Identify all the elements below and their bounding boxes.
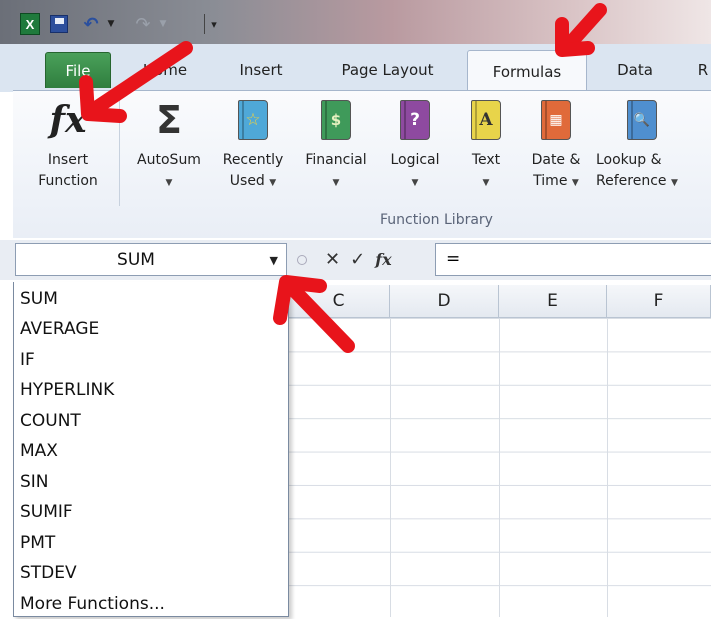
annotation-arrows — [79, 3, 607, 353]
arrow-to-name-box-dropdown — [281, 277, 355, 353]
arrow-to-file-tab — [83, 41, 193, 119]
